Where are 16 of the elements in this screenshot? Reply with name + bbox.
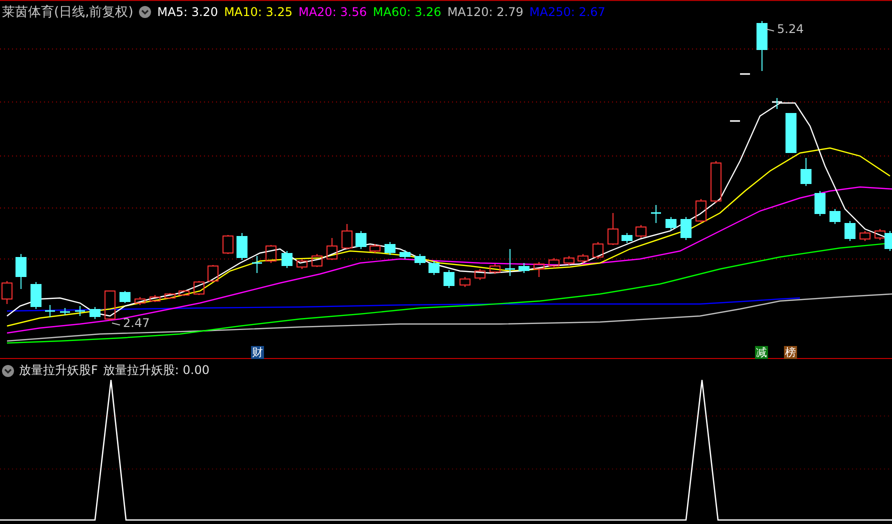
moving-average-value: MA60: 3.26 [372,5,442,19]
price-label: 5.24 [766,22,804,36]
price-label: 2.47 [112,316,150,330]
indicator-name: 放量拉升妖股F [19,362,98,379]
chart-title: 莱茵体育(日线,前复权) [2,4,134,21]
moving-average-value: MA250: 2.67 [529,5,606,19]
moving-average-value: MA10: 3.25 [224,5,292,19]
event-marker[interactable]: 榜 [784,346,797,359]
event-marker[interactable]: 减 [755,346,768,359]
event-marker[interactable]: 财 [251,346,264,359]
indicator-value: 放量拉升妖股: 0.00 [102,362,210,379]
collapse-icon[interactable] [139,6,152,18]
collapse-icon[interactable] [2,364,14,376]
moving-average-value: MA20: 3.56 [298,5,367,19]
moving-average-value: MA5: 3.20 [157,5,218,19]
moving-average-value: MA120: 2.79 [447,5,524,19]
